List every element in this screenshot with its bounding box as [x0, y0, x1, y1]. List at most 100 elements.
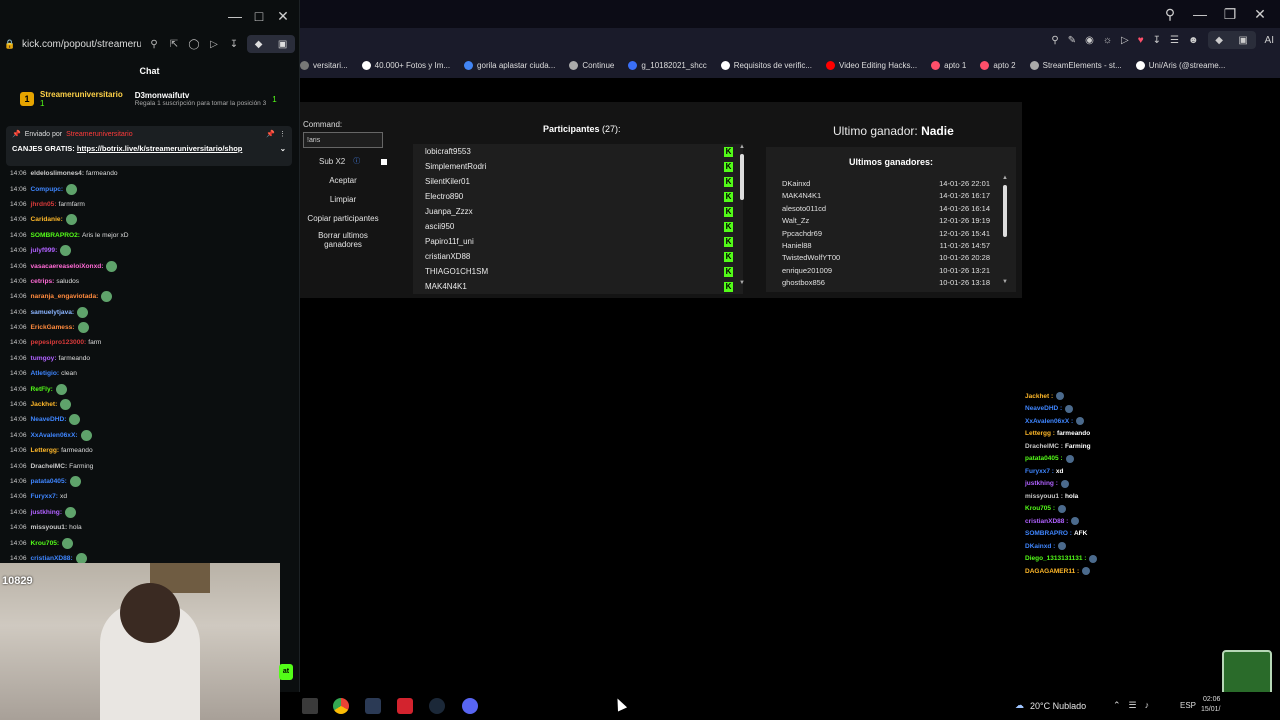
minimize-icon[interactable]: — — [223, 4, 247, 28]
participant-row[interactable]: THIAGO1CH1SM K — [413, 264, 743, 279]
search-icon[interactable]: ⚲ — [1158, 2, 1182, 26]
participants-list[interactable]: lobicraft9553 K SimplementRodri K SilentKile… — [413, 144, 743, 294]
chat-username[interactable]: Krou705: — [31, 540, 60, 547]
bookmark-item[interactable]: apto 1 — [931, 60, 966, 70]
chat-username[interactable]: Caridanie: — [31, 216, 63, 223]
search-icon[interactable]: ⚲ — [147, 39, 161, 50]
chat-username[interactable]: XxAvalen06xX: — [31, 432, 78, 439]
network-icon[interactable]: ☰ — [1129, 700, 1137, 711]
chat-username[interactable]: justkhing: — [31, 509, 63, 516]
search-icon[interactable]: ⚲ — [1051, 35, 1058, 46]
chrome-icon[interactable] — [333, 698, 349, 714]
chevron-down-icon[interactable]: ⌄ — [280, 144, 286, 153]
system-tray[interactable]: ⌃ ☰ ♪ — [1113, 700, 1149, 711]
bookmark-item[interactable]: versitari... — [300, 60, 348, 70]
weather-widget[interactable]: ☁ 20°C Nublado — [1015, 700, 1086, 711]
chat-username[interactable]: ErickGamess: — [31, 324, 75, 331]
ai-button[interactable]: AI — [1265, 35, 1274, 46]
bookmark-item[interactable]: Requisitos de verific... — [720, 60, 812, 70]
participant-row[interactable]: SilentKiler01 K — [413, 174, 743, 189]
heart-icon[interactable]: ♥ — [1138, 35, 1144, 46]
pinned-sender[interactable]: Streameruniversitario — [66, 131, 133, 138]
chat-username[interactable]: samuelytjava: — [31, 309, 75, 316]
volume-icon[interactable]: ♪ — [1145, 700, 1150, 711]
participant-row[interactable]: Electro890 K — [413, 189, 743, 204]
bookmark-item[interactable]: 40.000+ Fotos y Im... — [361, 60, 450, 70]
extensions-group[interactable]: ◆ ▣ — [247, 35, 295, 53]
extensions-group[interactable]: ◆ ▣ — [1207, 31, 1256, 49]
delete-winners-button[interactable]: Borrar ultimos ganadores — [304, 231, 382, 249]
clock[interactable]: 02:06 15/01/ — [1201, 695, 1220, 715]
chat-username[interactable]: Atletigio: — [31, 370, 60, 377]
winner-row[interactable]: DKainxd 14-01-26 22:01 — [782, 179, 990, 191]
chat-username[interactable]: NeaveDHD: — [31, 416, 67, 423]
download-icon[interactable]: ↧ — [1153, 35, 1161, 46]
steam-icon[interactable] — [429, 698, 445, 714]
participant-row[interactable]: Juanpa_Zzzx K — [413, 204, 743, 219]
bookmark-item[interactable]: gorila aplastar ciuda... — [464, 60, 555, 70]
bookmark-item[interactable]: Uni/Aris (@streame... — [1135, 60, 1225, 70]
sub-x2-checkbox[interactable] — [381, 159, 387, 165]
chat-username[interactable]: tumgoy: — [31, 355, 57, 362]
bookmark-item[interactable]: g_10182021_shcc — [628, 60, 707, 70]
participant-row[interactable]: MAK4N4K1 K — [413, 279, 743, 294]
edit-icon[interactable]: ✎ — [1068, 35, 1076, 46]
unpin-icon[interactable]: 📌 — [266, 130, 275, 138]
play-icon[interactable]: ▷ — [207, 39, 221, 50]
pinned-link[interactable]: https://botrix.live/k/streameruniversita… — [77, 144, 242, 153]
chat-username[interactable]: naranja_engaviotada: — [31, 293, 99, 300]
scroll-down-icon[interactable]: ▼ — [1002, 279, 1008, 285]
bookmark-item[interactable]: Continue — [569, 60, 614, 70]
chat-username[interactable]: Compupc: — [31, 186, 64, 193]
winners-scrollbar[interactable]: ▲ ▼ — [1002, 175, 1008, 287]
scroll-up-icon[interactable]: ▲ — [739, 144, 745, 150]
menu-icon[interactable]: ☰ — [1170, 35, 1179, 46]
download-icon[interactable]: ↧ — [227, 39, 241, 50]
chat-username[interactable]: RetFly: — [31, 386, 53, 393]
share-icon[interactable]: ⇱ — [167, 39, 181, 50]
winner-row[interactable]: TwistedWolfYT00 10-01-26 20:28 — [782, 253, 990, 265]
diamond-icon[interactable]: ◆ — [1215, 35, 1223, 46]
recipient-name[interactable]: D3monwaifutv — [135, 91, 267, 100]
winner-row[interactable]: enrique201009 10-01-26 13:21 — [782, 266, 990, 278]
winner-row[interactable]: Ppcachdr69 12-01-26 15:41 — [782, 229, 990, 241]
winner-row[interactable]: Walt_Zz 12-01-26 19:19 — [782, 216, 990, 228]
bookmark-item[interactable]: Video Editing Hacks... — [826, 60, 917, 70]
participant-row[interactable]: ascii950 K — [413, 219, 743, 234]
url-text[interactable]: kick.com/popout/streameruni — [22, 39, 141, 50]
shield-icon[interactable]: ◯ — [187, 39, 201, 50]
participants-scrollbar[interactable]: ▲ ▼ — [739, 144, 745, 286]
bookmark-item[interactable]: StreamElements - st... — [1029, 60, 1122, 70]
chat-username[interactable]: Lettergg: — [31, 447, 60, 454]
winner-row[interactable]: ghostbox856 10-01-26 13:18 — [782, 278, 990, 290]
command-input[interactable] — [303, 132, 383, 148]
chat-username[interactable]: cetrips: — [31, 278, 55, 285]
chat-username[interactable]: DrachelMC: — [31, 463, 68, 470]
chat-username[interactable]: patata0405: — [31, 478, 67, 485]
chat-username[interactable]: eldeloslimones4: — [31, 170, 85, 177]
participant-row[interactable]: SimplementRodri K — [413, 159, 743, 174]
participant-row[interactable]: Papiro11f_uni K — [413, 234, 743, 249]
sub-x2-option[interactable]: Sub X2 ⓘ — [319, 156, 360, 166]
scrollbar-thumb[interactable] — [1003, 185, 1007, 237]
close-icon[interactable]: ✕ — [271, 4, 295, 28]
chat-username[interactable]: vasacaereaseloiXonxd: — [31, 263, 104, 270]
chat-username[interactable]: pepesipro123000: — [31, 339, 87, 346]
app-icon[interactable] — [302, 698, 318, 714]
chat-username[interactable]: missyouu1: — [31, 524, 68, 531]
winner-row[interactable]: MAK4N4K1 14-01-26 16:17 — [782, 191, 990, 203]
diamond-icon[interactable]: ◆ — [255, 39, 263, 50]
language-indicator[interactable]: ESP — [1180, 701, 1196, 710]
files-icon[interactable] — [365, 698, 381, 714]
bookmark-item[interactable]: apto 2 — [980, 60, 1016, 70]
translate-icon[interactable]: ☼ — [1103, 35, 1112, 46]
play-icon[interactable]: ▷ — [1121, 35, 1129, 46]
cube-icon[interactable]: ▣ — [1238, 35, 1247, 46]
chat-username[interactable]: julyf999: — [31, 247, 58, 254]
close-icon[interactable]: ✕ — [1248, 2, 1272, 26]
media-icon[interactable] — [397, 698, 413, 714]
chat-send-button[interactable]: at — [279, 664, 293, 680]
chat-username[interactable]: jhrdn05: — [31, 201, 57, 208]
camera-icon[interactable]: ◉ — [1085, 35, 1094, 46]
chat-url-bar[interactable]: 🔒 kick.com/popout/streameruni ⚲ ⇱ ◯ ▷ ↧ … — [4, 32, 295, 56]
